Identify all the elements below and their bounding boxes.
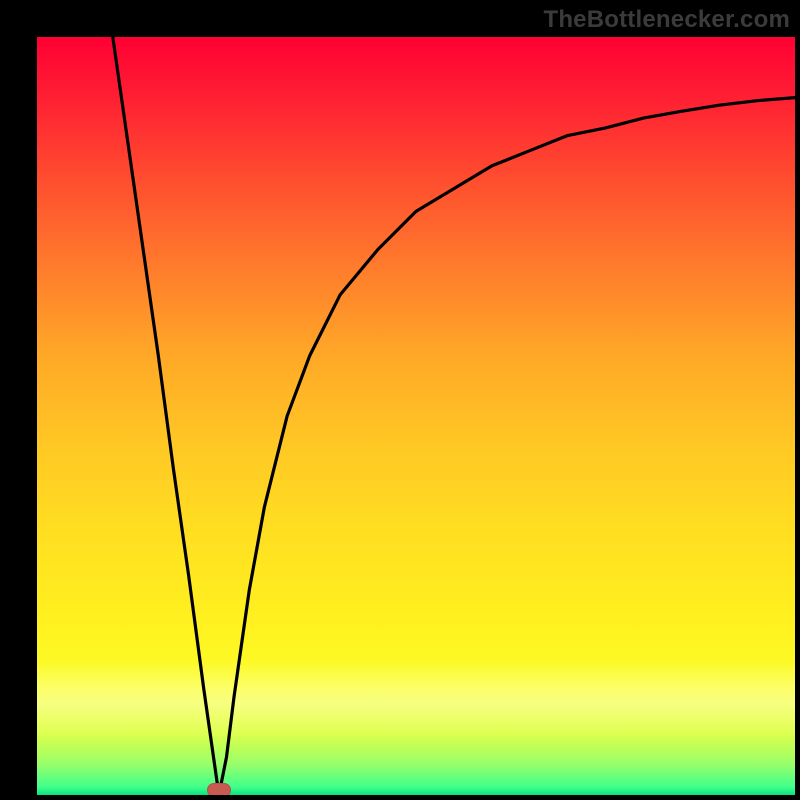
plot-area	[37, 37, 795, 795]
watermark-text: TheBottlenecker.com	[543, 6, 790, 34]
bottleneck-curve	[37, 37, 795, 795]
chart-frame: TheBottlenecker.com	[0, 0, 800, 800]
optimum-marker	[207, 783, 231, 795]
